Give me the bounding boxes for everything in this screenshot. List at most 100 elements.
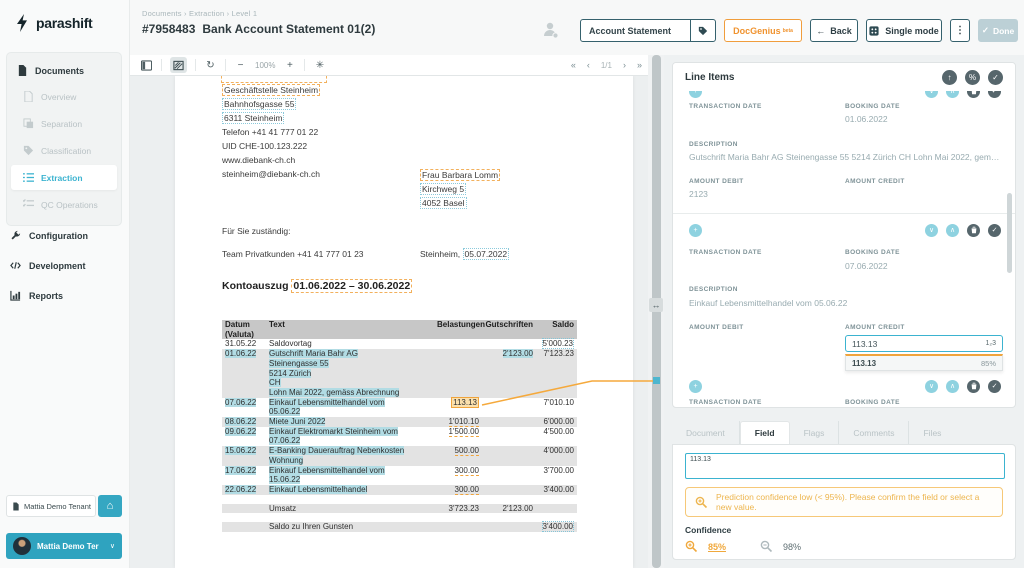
tab-files[interactable]: Files <box>909 421 955 444</box>
back-button[interactable]: ← Back <box>810 19 858 42</box>
confirm-icon[interactable]: ✓ <box>988 91 1001 98</box>
sidebar-item-configuration[interactable]: Configuration <box>10 230 88 241</box>
zoom-out-button[interactable]: − <box>234 59 247 72</box>
delete-icon[interactable] <box>967 380 980 393</box>
first-page-button[interactable]: « <box>571 60 576 70</box>
next-page-button[interactable]: › <box>623 60 626 70</box>
document-type-field[interactable]: Account Statement <box>580 19 716 42</box>
pane-divider[interactable]: ↔ <box>648 55 664 568</box>
doc-letterhead-line[interactable]: www.diebank-ch.ch <box>222 155 295 165</box>
sidebar-item-overview[interactable]: Overview <box>11 84 117 109</box>
doc-recipient-line[interactable]: Kirchweg 5 <box>420 183 466 195</box>
upload-icon[interactable]: ↑ <box>942 70 957 85</box>
percent-icon[interactable]: % <box>965 70 980 85</box>
add-row-icon[interactable]: + <box>689 380 702 393</box>
fit-page-button[interactable]: ✳ <box>313 59 326 72</box>
viewer-canvas[interactable]: Geschäftstelle Steinheim Bahnhofsgasse 5… <box>130 76 652 568</box>
delete-icon[interactable] <box>967 224 980 237</box>
code-icon <box>10 260 21 271</box>
tenant-switch-button[interactable]: ⌂ <box>98 495 122 517</box>
doc-statement-period[interactable]: 01.06.2022 – 30.06.2022 <box>291 279 412 293</box>
doc-recipient-line[interactable]: 4052 Basel <box>420 197 467 209</box>
add-row-icon[interactable]: + <box>689 224 702 237</box>
done-button[interactable]: ✓ Done <box>978 19 1018 42</box>
user-menu-button[interactable]: Mattia Demo Ter ∨ <box>6 533 122 559</box>
prev-page-button[interactable]: ‹ <box>587 60 590 70</box>
move-up-icon[interactable]: ∧ <box>946 224 959 237</box>
tenant-selector: Mattia Demo Tenant ⌂ <box>6 495 122 517</box>
doc-letterhead-line[interactable]: Geschäftstelle Steinheim <box>222 84 320 96</box>
refresh-button[interactable]: ↻ <box>204 59 217 72</box>
confirm-icon[interactable]: ✓ <box>988 224 1001 237</box>
assign-user-icon[interactable] <box>540 18 562 42</box>
move-down-icon[interactable]: ∨ <box>925 91 938 98</box>
description-value[interactable]: Einkauf Lebensmittelhandel vom 05.06.22 <box>689 298 847 308</box>
move-down-icon[interactable]: ∨ <box>925 224 938 237</box>
resize-handle-icon[interactable]: ↔ <box>649 298 663 312</box>
last-page-button[interactable]: » <box>637 60 642 70</box>
selected-amount-value[interactable]: 113.13 <box>451 397 479 408</box>
more-options-button[interactable]: ⋮ <box>950 19 970 42</box>
table-row[interactable]: 09.06.22 Einkauf Elektromarkt Steinheim … <box>222 427 577 446</box>
move-up-icon[interactable]: ∧ <box>946 380 959 393</box>
sidebar-item-qc-operations[interactable]: QC Operations <box>11 192 117 217</box>
breadcrumb[interactable]: Documents › Extraction › Level 1 <box>142 9 257 18</box>
zoom-in-button[interactable]: + <box>283 59 296 72</box>
confirm-icon[interactable]: ✓ <box>988 380 1001 393</box>
table-row[interactable]: 31.05.22 Saldovortag 5'000.23 <box>222 339 577 349</box>
annotations-toggle-button[interactable] <box>170 57 187 73</box>
confidence-secondary[interactable]: 98% <box>783 542 801 552</box>
tenant-input[interactable]: Mattia Demo Tenant <box>6 495 96 517</box>
sidebar-item-separation[interactable]: Separation <box>11 111 117 136</box>
line-items-header: Line Items ↑ % ✓ <box>673 63 1015 91</box>
add-row-icon[interactable]: + <box>689 91 702 98</box>
doc-letterhead-line[interactable]: Telefon +41 41 777 01 22 <box>222 127 318 137</box>
amount-debit-value[interactable]: 2123 <box>689 189 708 199</box>
checklist-icon <box>23 199 34 210</box>
table-row[interactable]: 17.06.22 Einkauf Lebensmittelhandel vom1… <box>222 466 577 485</box>
amount-credit-input[interactable]: 113.13 1₂3 <box>845 335 1003 352</box>
tab-field[interactable]: Field <box>740 421 790 444</box>
doc-letterhead-line[interactable]: steinheim@diebank-ch.ch <box>222 169 320 179</box>
doc-letterhead-line[interactable]: UID CHE-100.123.222 <box>222 141 307 151</box>
suggestion-dropdown-item[interactable]: 113.13 85% <box>845 354 1003 371</box>
doc-responsible-team[interactable]: Team Privatkunden +41 41 777 01 23 <box>222 249 364 259</box>
parashift-logo[interactable]: parashift <box>14 14 92 32</box>
table-row[interactable]: 15.06.22 E-Banking Dauerauftrag Nebenkos… <box>222 446 577 465</box>
booking-date-value[interactable]: 07.06.2022 <box>845 261 888 271</box>
booking-date-value[interactable]: 01.06.2022 <box>845 114 888 124</box>
tab-comments[interactable]: Comments <box>839 421 909 444</box>
delete-icon[interactable] <box>967 91 980 98</box>
thumbnails-toggle-button[interactable] <box>140 59 153 72</box>
amount-debit-label: AMOUNT DEBIT <box>689 324 744 331</box>
sidebar-item-reports[interactable]: Reports <box>10 290 63 301</box>
table-row[interactable]: 01.06.22 Gutschrift Maria Bahr AGSteinen… <box>222 349 577 398</box>
move-up-icon[interactable]: ∧ <box>946 91 959 98</box>
sidebar-item-development[interactable]: Development <box>10 260 86 271</box>
doc-date[interactable]: 05.07.2022 <box>463 248 510 260</box>
sidebar-item-extraction[interactable]: Extraction <box>11 165 117 190</box>
single-mode-button[interactable]: Single mode <box>866 19 942 42</box>
tag-button[interactable] <box>690 20 715 41</box>
tab-document[interactable]: Document <box>672 421 740 444</box>
docgenius-button[interactable]: DocGeniusbeta <box>724 19 802 42</box>
table-row[interactable]: 08.06.22 Miete Juni 2022 1'010.10 6'000.… <box>222 417 577 427</box>
statement-table[interactable]: Datum(Valuta) Text Belastungen Gutschrif… <box>222 320 577 532</box>
sidebar-item-documents[interactable]: Documents <box>11 59 117 82</box>
confirm-all-icon[interactable]: ✓ <box>988 70 1003 85</box>
confidence-primary[interactable]: 85% <box>708 542 726 552</box>
document-page[interactable]: Geschäftstelle Steinheim Bahnhofsgasse 5… <box>175 76 633 568</box>
move-down-icon[interactable]: ∨ <box>925 380 938 393</box>
tab-flags[interactable]: Flags <box>790 421 840 444</box>
line-items-scrollbar[interactable] <box>1007 193 1012 273</box>
doc-letterhead-line[interactable]: 6311 Steinheim <box>222 112 284 124</box>
sidebar-item-classification[interactable]: Classification <box>11 138 117 163</box>
table-row[interactable]: 07.06.22 Einkauf Lebensmittelhandel vom0… <box>222 398 577 417</box>
doc-recipient-line[interactable]: Frau Barbara Lomm <box>420 169 500 181</box>
line-items-scroll-area[interactable]: + ∨ ∧ ✓ TRANSACTION DATE BOOKING DATE 01… <box>673 91 1015 407</box>
doc-letterhead-line[interactable]: Bahnhofsgasse 55 <box>222 98 296 110</box>
field-value-input[interactable]: 113.13 <box>685 453 1005 479</box>
description-value[interactable]: Gutschrift Maria Bahr AG Steinengasse 55… <box>689 152 1004 162</box>
table-row[interactable]: 22.06.22 Einkauf Lebensmittelhandel 300.… <box>222 485 577 495</box>
grid-icon <box>869 26 879 36</box>
